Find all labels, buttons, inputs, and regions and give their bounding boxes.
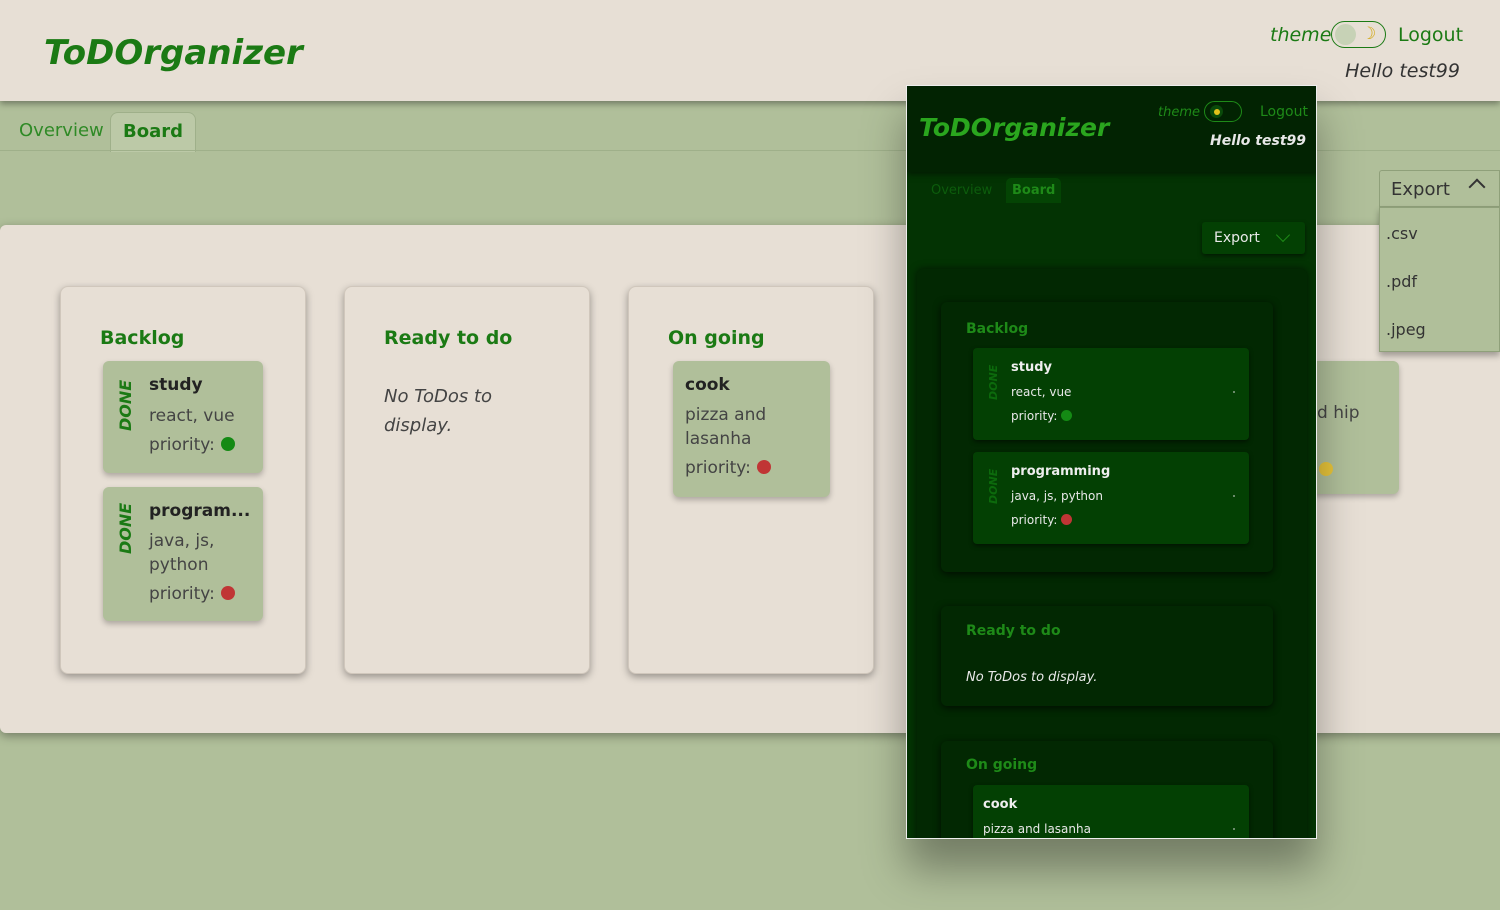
priority-label: priority:	[1011, 409, 1058, 423]
todo-card-programming[interactable]: DONE program... java, js, python priorit…	[103, 487, 263, 621]
theme-toggle[interactable]	[1204, 101, 1242, 122]
card-handle	[1233, 391, 1235, 393]
column-on-going: On going cook pizza and lasanha	[941, 741, 1273, 838]
priority-dot	[1061, 514, 1073, 525]
export-option-csv[interactable]: .csv	[1386, 224, 1418, 243]
card-description: react, vue	[1011, 385, 1072, 399]
todo-card-study[interactable]: DONE study react, vue priority:	[973, 348, 1249, 440]
column-on-going: On going cook pizza and lasanha priority…	[628, 286, 874, 674]
tab-board[interactable]: Board	[110, 112, 196, 152]
column-title: On going	[966, 757, 1038, 773]
card-title: program...	[149, 501, 251, 521]
dark-header: ToDOrganizer theme Logout Hello test99	[907, 86, 1316, 172]
card-priority: priority:	[149, 435, 235, 455]
card-priority: priority:	[1011, 513, 1073, 527]
todo-card-programming[interactable]: DONE programming java, js, python priori…	[973, 452, 1249, 544]
column-title: Ready to do	[966, 623, 1061, 639]
export-option-jpeg[interactable]: .jpeg	[1386, 320, 1426, 339]
export-label: Export	[1214, 230, 1260, 246]
empty-message: No ToDos to display.	[384, 386, 493, 436]
priority-label: priority:	[685, 458, 751, 478]
export-label: Export	[1391, 179, 1450, 200]
theme-label: theme	[1270, 24, 1332, 46]
priority-label: priority:	[149, 435, 215, 455]
card-priority: priority:	[149, 584, 235, 604]
column-title: On going	[668, 327, 765, 349]
greeting: Hello test99	[1345, 60, 1460, 82]
export-menu: .csv .pdf .jpeg	[1379, 207, 1500, 352]
logout-link[interactable]: Logout	[1398, 24, 1463, 46]
todo-card-study[interactable]: DONE study react, vue priority:	[103, 361, 263, 473]
column-title: Ready to do	[384, 327, 513, 349]
dark-mode-preview: ToDOrganizer theme Logout Hello test99 O…	[906, 85, 1317, 839]
card-handle	[1233, 495, 1235, 497]
done-badge: DONE	[116, 502, 135, 554]
done-badge: DONE	[987, 468, 1000, 504]
card-description: pizza and lasanha	[685, 405, 767, 449]
toggle-knob	[1335, 24, 1356, 45]
card-description: java, js, python	[149, 531, 215, 575]
moon-icon: ☽	[1361, 24, 1377, 44]
priority-label: priority:	[1011, 513, 1058, 527]
priority-dot	[756, 460, 771, 474]
theme-toggle[interactable]: ☽	[1331, 21, 1386, 48]
column-backlog: Backlog DONE study react, vue priority: …	[941, 302, 1273, 572]
priority-dot	[1061, 410, 1073, 421]
todo-card-cook[interactable]: cook pizza and lasanha	[973, 785, 1249, 838]
card-description: java, js, python	[1011, 489, 1103, 503]
todo-card-cook[interactable]: cook pizza and lasanha priority:	[673, 361, 830, 497]
card-description: d hip	[1317, 403, 1360, 423]
column-ready-to-do: Ready to do No ToDos to display.	[941, 606, 1273, 706]
app-logo[interactable]: ToDOrganizer	[919, 113, 1109, 142]
sun-icon	[1214, 109, 1220, 115]
tab-overview[interactable]: Overview	[7, 112, 116, 152]
card-description: react, vue	[149, 406, 235, 426]
empty-message: No ToDos to display.	[966, 670, 1098, 685]
column-ready-to-do: Ready to do No ToDos to display.	[344, 286, 590, 674]
card-title: cook	[685, 375, 730, 395]
export-dropdown[interactable]: Export	[1379, 170, 1500, 207]
tab-board[interactable]: Board	[1006, 178, 1062, 203]
card-description: pizza and lasanha	[983, 822, 1091, 836]
card-title: study	[149, 375, 203, 395]
chevron-down-icon	[1275, 227, 1291, 243]
greeting: Hello test99	[1210, 133, 1306, 149]
priority-dot	[1319, 462, 1333, 476]
column-title: Backlog	[100, 327, 185, 349]
card-handle	[1233, 828, 1235, 830]
card-priority: priority:	[1011, 409, 1073, 423]
priority-dot	[220, 586, 235, 600]
app-logo[interactable]: ToDOrganizer	[44, 33, 303, 73]
tab-overview[interactable]: Overview	[931, 183, 992, 198]
done-badge: DONE	[116, 379, 135, 431]
card-priority: priority:	[685, 458, 771, 478]
logout-link[interactable]: Logout	[1260, 104, 1308, 120]
priority-dot	[220, 437, 235, 451]
priority-label: priority:	[149, 584, 215, 604]
card-title: programming	[1011, 464, 1111, 479]
column-backlog: Backlog DONE study react, vue priority: …	[60, 286, 306, 674]
column-title: Backlog	[966, 321, 1029, 337]
card-title: study	[1011, 360, 1052, 375]
export-dropdown[interactable]: Export	[1202, 222, 1305, 254]
chevron-up-icon	[1468, 178, 1486, 196]
export-option-pdf[interactable]: .pdf	[1386, 272, 1417, 291]
done-badge: DONE	[987, 364, 1000, 400]
theme-label: theme	[1158, 105, 1200, 120]
card-title: cook	[983, 797, 1018, 812]
